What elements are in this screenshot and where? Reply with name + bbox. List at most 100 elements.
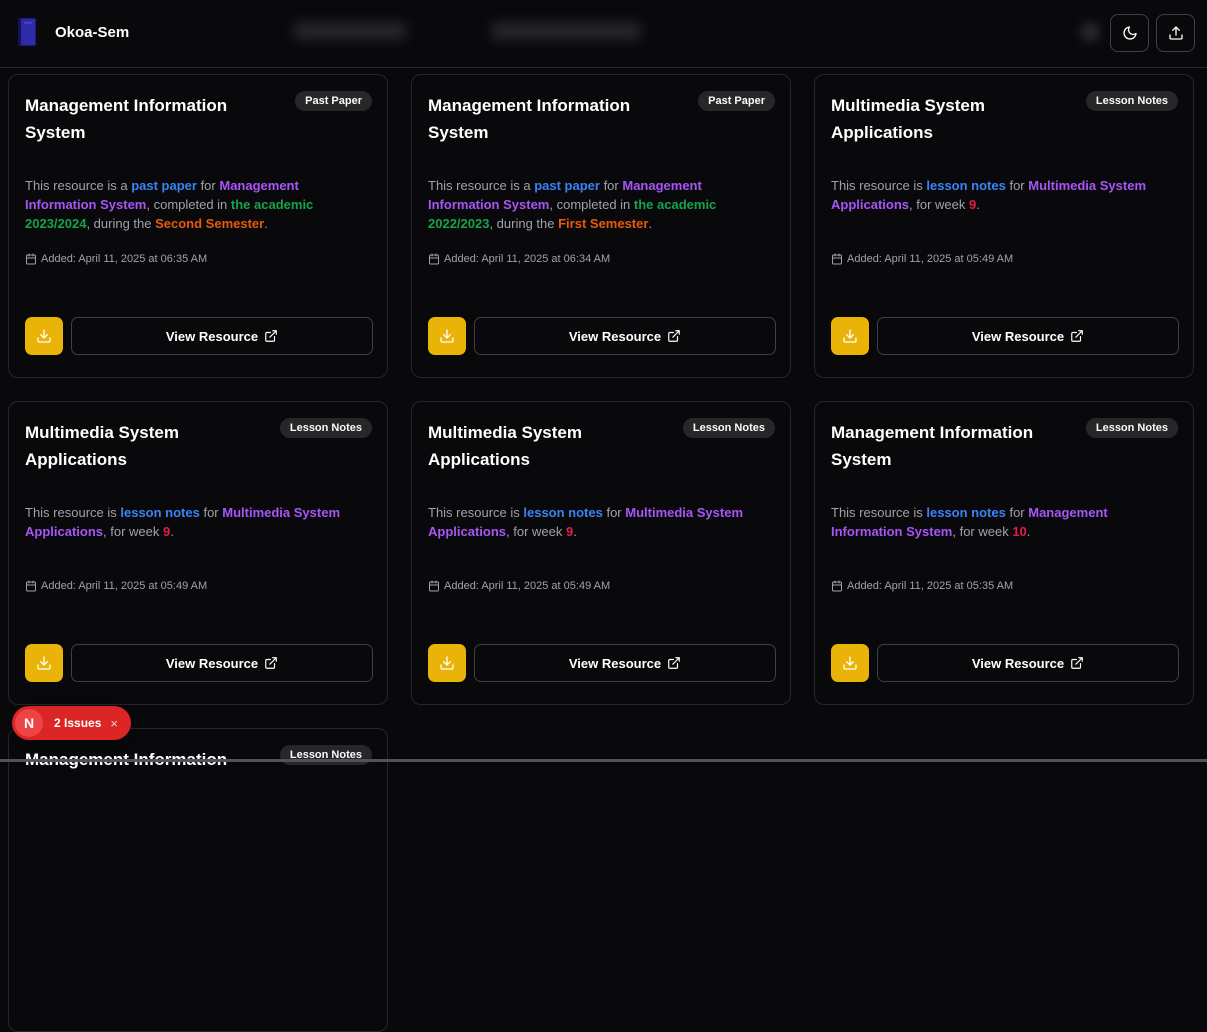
book-logo-icon[interactable] bbox=[16, 17, 38, 47]
calendar-icon bbox=[26, 580, 36, 592]
external-link-icon bbox=[668, 657, 680, 669]
description-segment: This resource is bbox=[831, 505, 927, 520]
view-resource-button[interactable]: View Resource bbox=[877, 644, 1179, 682]
download-button[interactable] bbox=[428, 317, 466, 355]
resource-type-badge: Lesson Notes bbox=[279, 745, 372, 765]
view-resource-button[interactable]: View Resource bbox=[71, 317, 373, 355]
calendar-icon bbox=[832, 580, 842, 592]
card-title: Multimedia System Applications bbox=[831, 96, 985, 142]
description-segment: , during the bbox=[86, 216, 156, 231]
external-link-icon bbox=[668, 330, 680, 342]
download-button[interactable] bbox=[25, 644, 63, 682]
view-resource-label: View Resource bbox=[568, 328, 662, 344]
download-icon bbox=[843, 656, 857, 670]
resource-type-badge: Lesson Notes bbox=[682, 418, 775, 438]
nextjs-logo-icon: N bbox=[15, 709, 43, 737]
upload-button[interactable] bbox=[1156, 14, 1195, 52]
download-icon bbox=[37, 329, 51, 343]
view-resource-label: View Resource bbox=[971, 655, 1065, 671]
added-date-text: Added: April 11, 2025 at 05:49 AM bbox=[847, 253, 1014, 265]
resource-type-badge: Past Paper bbox=[295, 91, 372, 111]
download-icon bbox=[440, 656, 454, 670]
avatar-blurred[interactable] bbox=[1080, 22, 1100, 42]
theme-toggle-button[interactable] bbox=[1110, 14, 1149, 52]
external-link-icon bbox=[265, 657, 277, 669]
resource-type-badge: Lesson Notes bbox=[1085, 418, 1178, 438]
view-resource-button[interactable]: View Resource bbox=[877, 317, 1179, 355]
description-segment: This resource is a bbox=[428, 178, 535, 193]
card-title: Management Information System bbox=[25, 96, 228, 142]
added-date-text: Added: April 11, 2025 at 06:34 AM bbox=[444, 253, 611, 265]
nav-link-blurred[interactable] bbox=[294, 22, 406, 40]
close-icon[interactable]: × bbox=[110, 716, 118, 731]
resource-type-badge: Past Paper bbox=[698, 91, 775, 111]
description-segment: This resource is bbox=[831, 178, 927, 193]
card-title: Management Information System bbox=[831, 423, 1034, 469]
view-resource-label: View Resource bbox=[165, 328, 259, 344]
card-description: This resource is lesson notes for Multim… bbox=[831, 176, 1151, 214]
download-icon bbox=[37, 656, 51, 670]
view-resource-button[interactable]: View Resource bbox=[71, 644, 373, 682]
added-date: Added: April 11, 2025 at 06:34 AM bbox=[428, 253, 610, 265]
calendar-icon bbox=[26, 253, 36, 265]
resource-card: Management Information System Past Paper T… bbox=[8, 74, 388, 378]
description-segment: , completed in bbox=[146, 197, 231, 212]
calendar-icon bbox=[429, 580, 439, 592]
top-nav-bar: Okoa-Sem bbox=[0, 0, 1207, 68]
download-icon bbox=[440, 329, 454, 343]
description-segment: 10 bbox=[1012, 524, 1027, 539]
description-segment: This resource is a bbox=[25, 178, 132, 193]
description-segment: . bbox=[170, 524, 174, 539]
view-resource-label: View Resource bbox=[165, 655, 259, 671]
added-date-text: Added: April 11, 2025 at 06:35 AM bbox=[41, 253, 208, 265]
description-segment: lesson notes bbox=[120, 505, 200, 520]
card-title: Management Information System bbox=[428, 96, 631, 142]
added-date: Added: April 11, 2025 at 06:35 AM bbox=[25, 253, 207, 265]
description-segment: , completed in bbox=[549, 197, 634, 212]
issues-count: 2 Issues bbox=[54, 716, 102, 730]
description-segment: , during the bbox=[489, 216, 559, 231]
description-segment: . bbox=[1026, 524, 1031, 539]
resource-card: Multimedia System Applications Lesson Not… bbox=[8, 401, 388, 705]
issues-badge[interactable]: N 2 Issues × bbox=[12, 706, 131, 740]
calendar-icon bbox=[832, 253, 842, 265]
description-segment: lesson notes bbox=[926, 178, 1006, 193]
view-resource-button[interactable]: View Resource bbox=[474, 317, 776, 355]
added-date-text: Added: April 11, 2025 at 05:49 AM bbox=[41, 580, 208, 592]
download-button[interactable] bbox=[25, 317, 63, 355]
description-segment: This resource is bbox=[25, 505, 121, 520]
calendar-icon bbox=[429, 253, 439, 265]
description-segment: lesson notes bbox=[523, 505, 603, 520]
card-description: This resource is a past paper for Manage… bbox=[428, 176, 748, 233]
card-title: Multimedia System Applications bbox=[25, 423, 179, 469]
card-description: This resource is a past paper for Manage… bbox=[25, 176, 345, 233]
added-date: Added: April 11, 2025 at 05:49 AM bbox=[831, 253, 1013, 265]
moon-icon bbox=[1122, 26, 1137, 40]
resource-card: Management InformationLesson Notes bbox=[8, 728, 388, 1032]
description-segment: lesson notes bbox=[926, 505, 1006, 520]
description-segment: Second Semester bbox=[155, 216, 265, 231]
description-segment: for bbox=[1005, 505, 1029, 520]
description-segment: for bbox=[602, 505, 626, 520]
view-resource-label: View Resource bbox=[971, 328, 1065, 344]
card-description: This resource is lesson notes for Manage… bbox=[831, 503, 1151, 541]
card-description: This resource is lesson notes for Multim… bbox=[25, 503, 345, 541]
card-title: Multimedia System Applications bbox=[428, 423, 582, 469]
added-date: Added: April 11, 2025 at 05:49 AM bbox=[25, 580, 207, 592]
view-resource-button[interactable]: View Resource bbox=[474, 644, 776, 682]
description-segment: . bbox=[976, 197, 980, 212]
description-segment: past paper bbox=[534, 178, 600, 193]
download-button[interactable] bbox=[831, 644, 869, 682]
brand-name[interactable]: Okoa-Sem bbox=[55, 24, 129, 41]
description-segment: This resource is bbox=[428, 505, 524, 520]
download-button[interactable] bbox=[428, 644, 466, 682]
external-link-icon bbox=[1071, 657, 1083, 669]
download-button[interactable] bbox=[831, 317, 869, 355]
description-segment: for bbox=[599, 178, 623, 193]
nav-link-blurred[interactable] bbox=[491, 22, 641, 40]
description-segment: . bbox=[264, 216, 268, 231]
added-date-text: Added: April 11, 2025 at 05:49 AM bbox=[444, 580, 611, 592]
resource-type-badge: Lesson Notes bbox=[279, 418, 372, 438]
description-segment: First Semester bbox=[558, 216, 649, 231]
description-segment: , for week bbox=[909, 197, 969, 212]
